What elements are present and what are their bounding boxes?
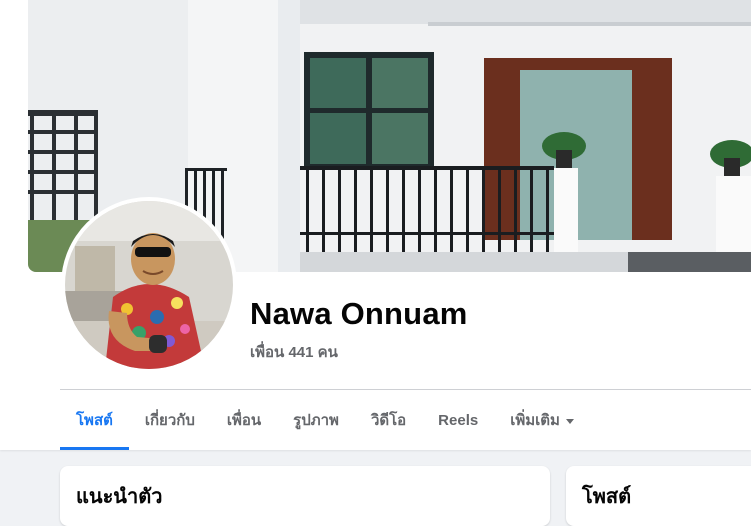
caret-down-icon	[565, 418, 574, 424]
tab-posts-label: โพสต์	[76, 412, 113, 429]
tab-more[interactable]: เพิ่มเติม	[494, 390, 590, 450]
tab-friends[interactable]: เพื่อน	[211, 390, 277, 450]
avatar-photo	[65, 201, 233, 369]
profile-header: Nawa Onnuam เพื่อน 441 คน โพสต์ เกี่ยวกั…	[0, 0, 751, 450]
tab-more-label: เพิ่มเติม	[510, 412, 560, 429]
posts-card: โพสต์	[566, 466, 751, 526]
friend-count[interactable]: เพื่อน 441 คน	[250, 340, 338, 364]
posts-card-title: โพสต์	[582, 486, 632, 508]
tab-about-label: เกี่ยวกับ	[144, 412, 195, 429]
tab-about[interactable]: เกี่ยวกับ	[129, 390, 211, 450]
tab-posts[interactable]: โพสต์	[60, 390, 129, 450]
tab-photos[interactable]: รูปภาพ	[277, 390, 355, 450]
tab-friends-label: เพื่อน	[226, 412, 262, 429]
profile-name: Nawa Onnuam	[250, 296, 468, 331]
tab-photos-label: รูปภาพ	[293, 412, 339, 429]
tab-reels-label: Reels	[438, 411, 479, 429]
profile-tabs: โพสต์ เกี่ยวกับ เพื่อน รูปภาพ วิดีโอ Ree…	[60, 390, 590, 450]
tab-videos-label: วิดีโอ	[370, 412, 407, 429]
intro-card: แนะนำตัว	[60, 466, 550, 526]
intro-card-title: แนะนำตัว	[76, 486, 163, 508]
profile-avatar[interactable]	[61, 197, 237, 373]
tab-videos[interactable]: วิดีโอ	[355, 390, 422, 450]
tab-reels[interactable]: Reels	[422, 390, 494, 450]
